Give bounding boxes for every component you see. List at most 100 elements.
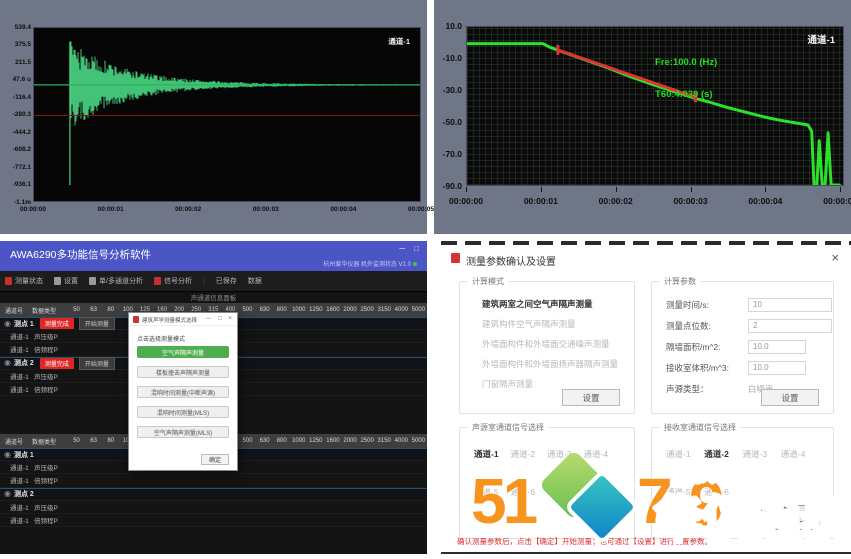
set-params-button[interactable]: 设置 [761, 389, 819, 406]
param-input[interactable]: 10.0 [748, 361, 806, 375]
axis-tick [765, 187, 766, 192]
channel-option-3[interactable]: 通道-4 [584, 448, 621, 460]
channel-option-0[interactable]: 通道-1 [666, 448, 704, 460]
point-label: 测点 1 [14, 319, 34, 329]
mode-button-4[interactable]: 空气声隔声测量(MLS) [137, 426, 229, 438]
calc-params-fields: 测量时间/s:10测量点位数:2隔墙面积/m^2:10.0接收室体积/m^3:1… [652, 282, 833, 399]
minimize-button[interactable]: ─ [206, 315, 211, 322]
toolbar-item-5[interactable]: 已保存 [216, 276, 237, 286]
mode-buttons: 空气声隔声测量楼板撞击声隔声测量混响时间测量(中断声源) 混响时间测量(MLS) 空… [129, 346, 237, 438]
column-header: 1600 [324, 307, 341, 313]
axis-tick [466, 187, 467, 192]
column-header: 2500 [359, 438, 376, 444]
mode-button-2[interactable]: 混响时间测量(中断声源) [137, 386, 229, 398]
target-icon: ◉ [4, 490, 11, 498]
source-channel-options: 通道-1通道-2通道-3通道-4 通道-5通道-6 [460, 428, 634, 498]
param-input[interactable]: 10 [748, 298, 832, 312]
mode-button-0[interactable]: 空气声隔声测量 [137, 346, 229, 358]
channel-cell: 通道-1 [0, 371, 34, 381]
x-tick-label: 00:00:00 [440, 196, 492, 206]
frequency-readout: Fre:100.0 (Hz) [655, 57, 717, 68]
y-tick-label: -30.0 [434, 85, 462, 95]
table-row[interactable]: 通道-1倍频程P [0, 514, 427, 527]
channel-cell: 通道-1 [0, 502, 34, 512]
calc-mode-option-3[interactable]: 外墙面构件和外墙面扬声器隔声测量 [460, 354, 634, 374]
column-header: 50 [68, 307, 85, 313]
x-tick-label: 00:00:04 [321, 206, 365, 213]
x-tick-label: 00:00:01 [89, 206, 133, 213]
status-badge[interactable]: 开始测量 [79, 317, 115, 330]
y-tick-label: 47.6 u [2, 76, 31, 83]
channel-option-0[interactable]: 通道-1 [474, 448, 511, 460]
maximize-button[interactable]: □ [218, 315, 222, 322]
minimize-button[interactable]: ─ [399, 244, 405, 253]
axis-tick [541, 187, 542, 192]
close-icon[interactable]: × [831, 250, 839, 265]
toolbar-item-3[interactable]: 信号分析 [154, 276, 192, 286]
param-row-0: 测量时间/s:10 [652, 294, 833, 315]
y-tick-label: -116.4 [2, 94, 31, 101]
channel-option-2[interactable]: 通道-3 [743, 448, 781, 460]
point-label: 测点 2 [14, 489, 34, 499]
waveform-chart[interactable]: 通道-1 [33, 27, 421, 202]
x-tick-label: 00:00:03 [665, 196, 717, 206]
ok-button[interactable]: 确定 [201, 454, 229, 465]
toolbar-item-2[interactable]: 单/多通道分析 [89, 276, 143, 286]
section-title: 声通道信息面板 [0, 292, 427, 302]
maximize-button[interactable]: □ [414, 244, 419, 253]
close-icon[interactable]: × [228, 315, 232, 322]
param-input[interactable]: 10.0 [748, 340, 806, 354]
calc-mode-option-0[interactable]: 建筑两室之间空气声隔声测量 [460, 294, 634, 314]
status-badge[interactable]: 测量完成 [40, 358, 74, 369]
y-tick-label: -772.1 [2, 164, 31, 171]
calc-mode-option-1[interactable]: 建筑构件空气声隔声测量 [460, 314, 634, 334]
signal-icon [154, 277, 161, 285]
param-input[interactable]: 2 [748, 319, 832, 333]
status-badge[interactable]: 测量完成 [40, 318, 74, 329]
target-icon: ◉ [4, 359, 11, 367]
column-header: 1250 [307, 307, 324, 313]
channel-option-5[interactable]: 通道-6 [511, 486, 548, 498]
toolbar-item-1[interactable]: 设置 [54, 276, 78, 286]
measure-point-row[interactable]: ◉测点 2 [0, 488, 427, 501]
t60-readout: T60:4.030 (s) [655, 89, 713, 100]
group-title: 接收室通道信号选择 [660, 422, 740, 433]
toolbar-separator: | [203, 278, 205, 285]
table-row[interactable]: 通道-1声压级P [0, 501, 427, 514]
hint-text: 确认测量参数后，点击【确定】开始测量；也可通过【设置】进行设置参数。 [457, 536, 712, 547]
status-badge[interactable]: 开始测量 [79, 357, 115, 370]
column-header: 通道号 [0, 306, 32, 315]
ok-button[interactable]: 确定 [761, 505, 827, 530]
toolbar-item-label: 单/多通道分析 [99, 276, 143, 286]
app-icon [133, 316, 139, 323]
y-tick-label: -10.0 [434, 53, 462, 63]
set-mode-button[interactable]: 设置 [562, 389, 620, 406]
column-header: 3150 [376, 307, 393, 313]
mode-button-1[interactable]: 楼板撞击声隔声测量 [137, 366, 229, 378]
decay-chart[interactable] [466, 26, 844, 186]
channel-option-5[interactable]: 通道-6 [704, 486, 742, 498]
channel-option-2[interactable]: 通道-3 [547, 448, 584, 460]
y-tick-label: 539.4 [2, 24, 31, 31]
channel-option-1[interactable]: 通道-2 [511, 448, 548, 460]
y-tick-label: -608.2 [2, 146, 31, 153]
mode-button-3[interactable]: 混响时间测量(MLS) [137, 406, 229, 418]
column-header: 1000 [290, 307, 307, 313]
column-header: 5000 [410, 307, 427, 313]
toolbar-item-0[interactable]: 测量状态 [5, 276, 43, 286]
toolbar-item-6[interactable]: 数据 [248, 276, 262, 286]
axis-tick [691, 187, 692, 192]
column-header: 630 [256, 307, 273, 313]
toolbar-item-label: 测量状态 [15, 276, 43, 286]
point-label: 测点 2 [14, 358, 34, 368]
table-row[interactable]: 通道-1倍频程P [0, 474, 427, 487]
target-icon: ◉ [4, 320, 11, 328]
channel-option-4[interactable]: 通道-5 [666, 486, 704, 498]
column-header: 1600 [324, 438, 341, 444]
calc-mode-option-2[interactable]: 外墙面构件和外墙面交通噪声测量 [460, 334, 634, 354]
channel-option-4[interactable]: 通道-5 [474, 486, 511, 498]
channel-option-3[interactable]: 通道-4 [781, 448, 819, 460]
axis-tick [840, 187, 841, 192]
channel-cell: 通道-1 [0, 344, 34, 354]
channel-option-1[interactable]: 通道-2 [704, 448, 742, 460]
